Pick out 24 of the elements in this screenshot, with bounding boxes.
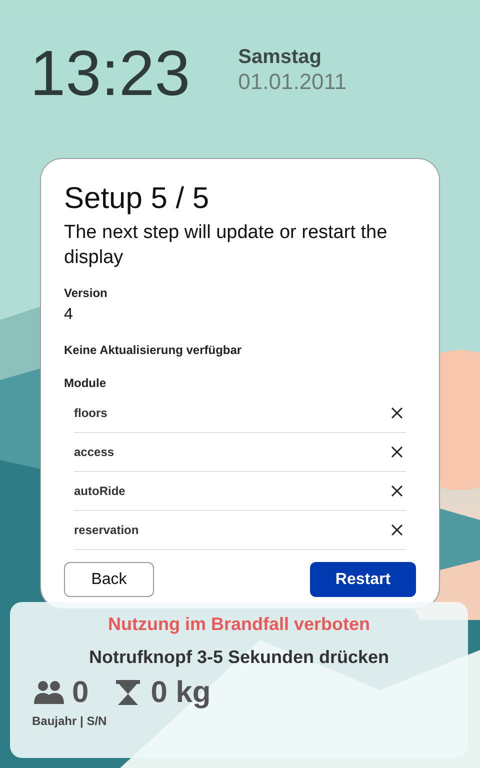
date-label: 01.01.2011 — [238, 69, 347, 95]
stat-value: 0 — [72, 676, 89, 710]
clock-time: 13:23 — [30, 38, 190, 108]
dialog-subtitle: The next step will update or restart the display — [64, 221, 388, 270]
emergency-instruction: Notrufknopf 3-5 Sekunden drücken — [88, 647, 390, 668]
back-button[interactable]: Back — [64, 562, 154, 597]
field-label: Version — [64, 286, 108, 300]
close-icon[interactable] — [391, 485, 403, 497]
fire-warning: Nutzung im Brandfall verboten — [108, 614, 370, 635]
module-name: floors — [74, 406, 108, 420]
update-status: Keine Aktualisierung verfügbar — [64, 343, 243, 357]
module-name: reservation — [74, 523, 139, 537]
stat-value: 0 kg — [150, 676, 211, 710]
modules-label: Module — [64, 376, 107, 390]
restart-button[interactable]: Restart — [310, 562, 416, 597]
field-value: 4 — [64, 306, 74, 324]
dialog-title: Setup 5 / 5 — [64, 181, 210, 217]
module-name: autoRide — [74, 484, 126, 498]
module-name: access — [74, 445, 114, 459]
info-footer: Baujahr | S/N — [22, 714, 107, 728]
close-icon[interactable] — [391, 524, 403, 536]
close-icon[interactable] — [391, 407, 403, 419]
close-icon[interactable] — [391, 446, 403, 458]
weekday-label: Samstag — [238, 46, 323, 69]
